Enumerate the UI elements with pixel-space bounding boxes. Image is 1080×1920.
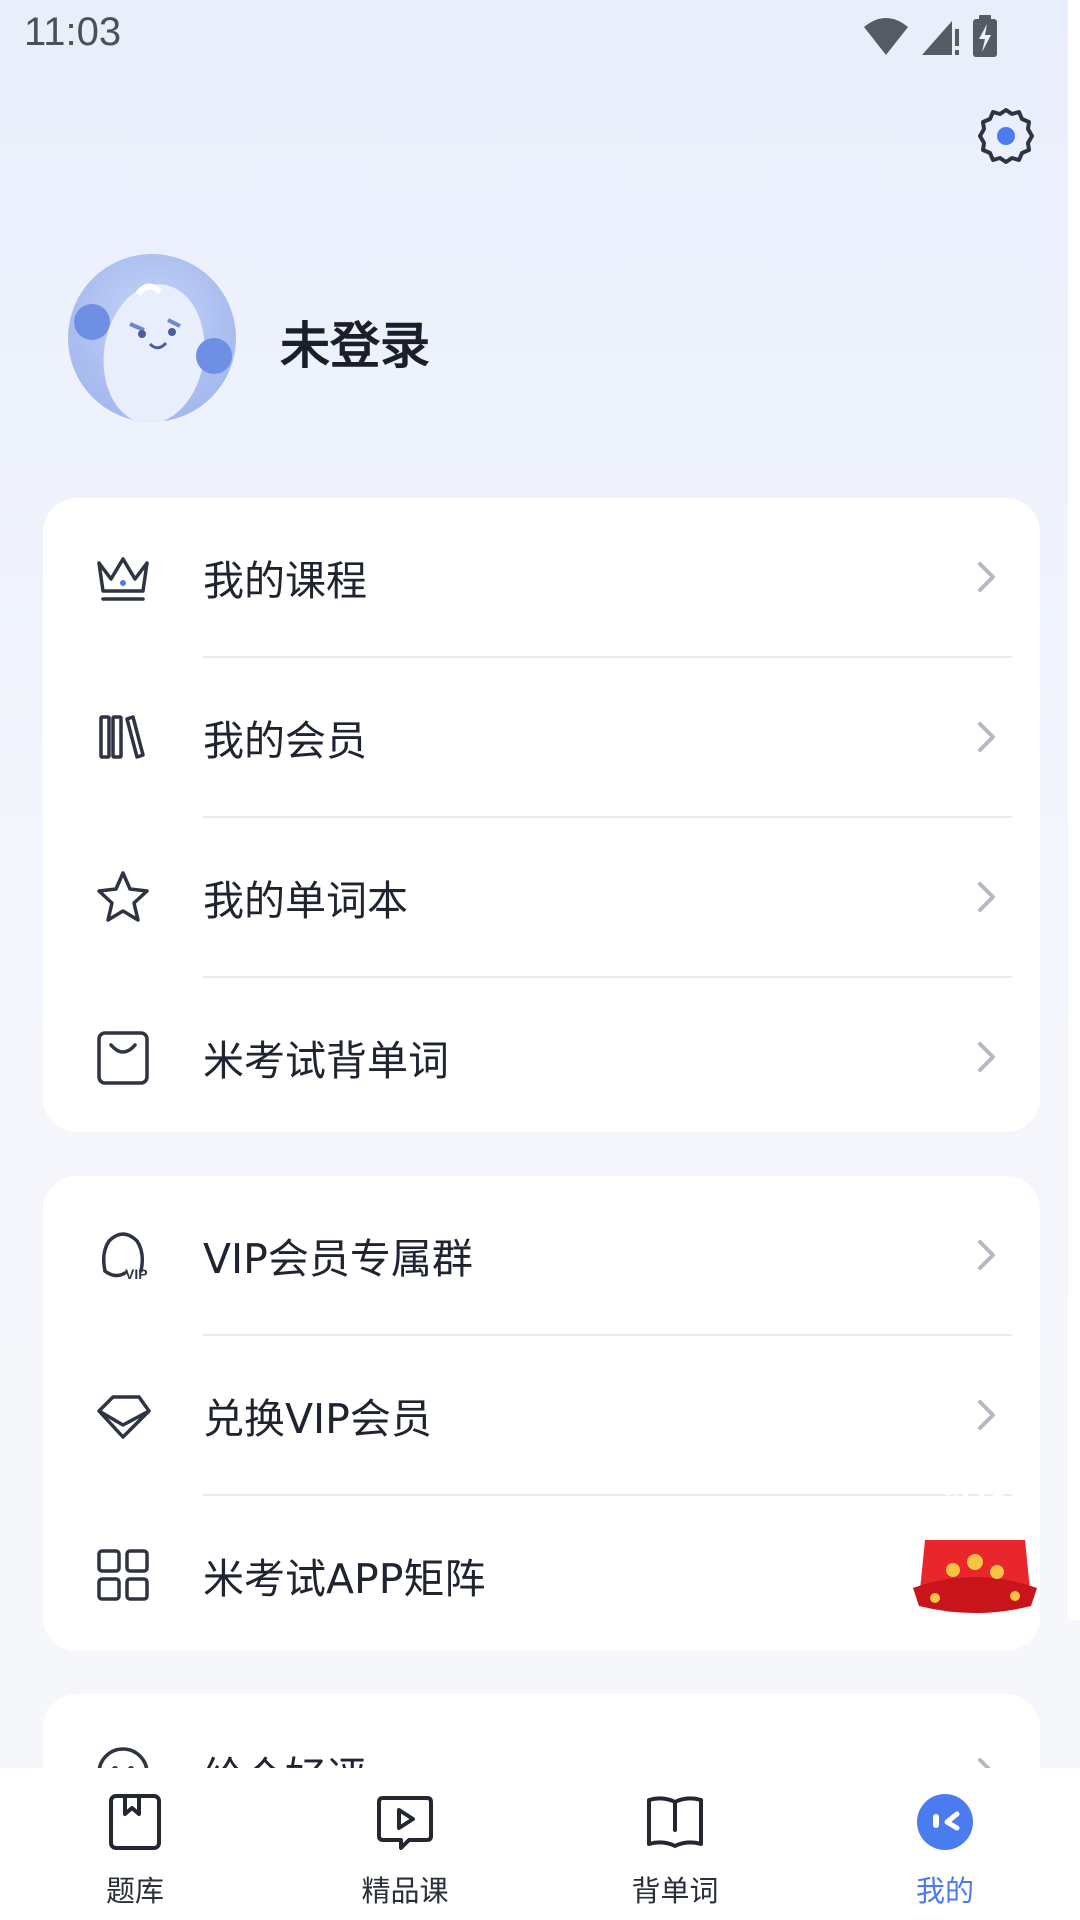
status-time: 11:03	[24, 10, 122, 54]
menu-item-my-courses[interactable]: 我的课程	[43, 498, 1040, 656]
menu-card-secondary: VIP VIP会员专属群 兑换VIP会员 米考试APP矩阵	[43, 1176, 1040, 1651]
settings-button[interactable]	[976, 106, 1036, 166]
bag-icon	[97, 1031, 149, 1085]
menu-card-primary: 我的课程 我的会员 我的单词本 米考试背单词	[43, 498, 1040, 1132]
menu-item-app-matrix[interactable]: 米考试APP矩阵	[43, 1496, 1040, 1651]
edge-strip	[1068, 0, 1080, 1620]
star-icon	[97, 871, 149, 922]
promo-line-2: 大派送	[933, 1506, 1017, 1539]
vip-group-icon: VIP	[101, 1232, 148, 1282]
red-packet-promo[interactable]: 红包 大派送	[905, 1470, 1045, 1620]
grid-icon	[97, 1549, 149, 1601]
chevron-right-icon	[978, 722, 995, 752]
menu-item-label: 我的单词本	[203, 877, 408, 925]
status-bar: 11:03	[0, 0, 1080, 80]
chevron-right-icon	[978, 562, 995, 592]
menu-item-mikaoshi-words[interactable]: 米考试背单词	[43, 978, 1040, 1132]
tab-premium-course[interactable]: 精品课	[270, 1768, 540, 1920]
status-icons	[862, 14, 1000, 58]
tab-label: 题库	[105, 1874, 164, 1908]
menu-item-label: VIP会员专属群	[203, 1235, 473, 1283]
chevron-right-icon	[978, 1400, 995, 1430]
tab-mine[interactable]: 我的	[810, 1768, 1080, 1920]
menu-item-label: 米考试APP矩阵	[203, 1555, 486, 1603]
tab-vocabulary[interactable]: 背单词	[540, 1768, 810, 1920]
menu-item-redeem-vip[interactable]: 兑换VIP会员	[43, 1336, 1040, 1494]
tab-question-bank[interactable]: 题库	[0, 1768, 270, 1920]
chevron-right-icon	[978, 882, 995, 912]
menu-item-label: 我的课程	[203, 557, 367, 605]
chevron-right-icon	[978, 1240, 995, 1270]
svg-text:VIP: VIP	[125, 1266, 148, 1282]
avatar[interactable]	[68, 254, 236, 422]
video-course-icon	[377, 1796, 433, 1850]
open-book-icon	[647, 1796, 703, 1848]
bottom-tab-bar: 题库 精品课 背单词 我的	[0, 1768, 1080, 1920]
mascot-avatar-icon	[74, 283, 232, 422]
menu-item-label: 米考试背单词	[203, 1037, 449, 1085]
cellular-signal-icon	[922, 21, 959, 55]
menu-item-my-wordbook[interactable]: 我的单词本	[43, 818, 1040, 976]
wifi-icon	[864, 18, 908, 55]
question-bank-icon	[109, 1794, 161, 1850]
menu-item-vip-group[interactable]: VIP VIP会员专属群	[43, 1176, 1040, 1334]
promo-line-1: 红包	[945, 1473, 1005, 1508]
profile-icon	[917, 1794, 973, 1850]
books-icon	[99, 715, 145, 759]
tab-label: 背单词	[631, 1874, 719, 1908]
menu-item-label: 兑换VIP会员	[203, 1395, 432, 1443]
tab-label: 我的	[915, 1874, 974, 1908]
tab-label: 精品课	[361, 1874, 449, 1908]
gear-icon	[978, 108, 1034, 164]
diamond-icon	[97, 1395, 151, 1439]
menu-item-label: 我的会员	[203, 717, 367, 765]
battery-charging-icon	[973, 15, 997, 57]
menu-item-my-membership[interactable]: 我的会员	[43, 658, 1040, 816]
username-label[interactable]: 未登录	[280, 306, 430, 378]
chevron-right-icon	[978, 1042, 995, 1072]
red-packet-icon: 红包 大派送	[913, 1472, 1037, 1613]
crown-icon	[97, 557, 149, 601]
